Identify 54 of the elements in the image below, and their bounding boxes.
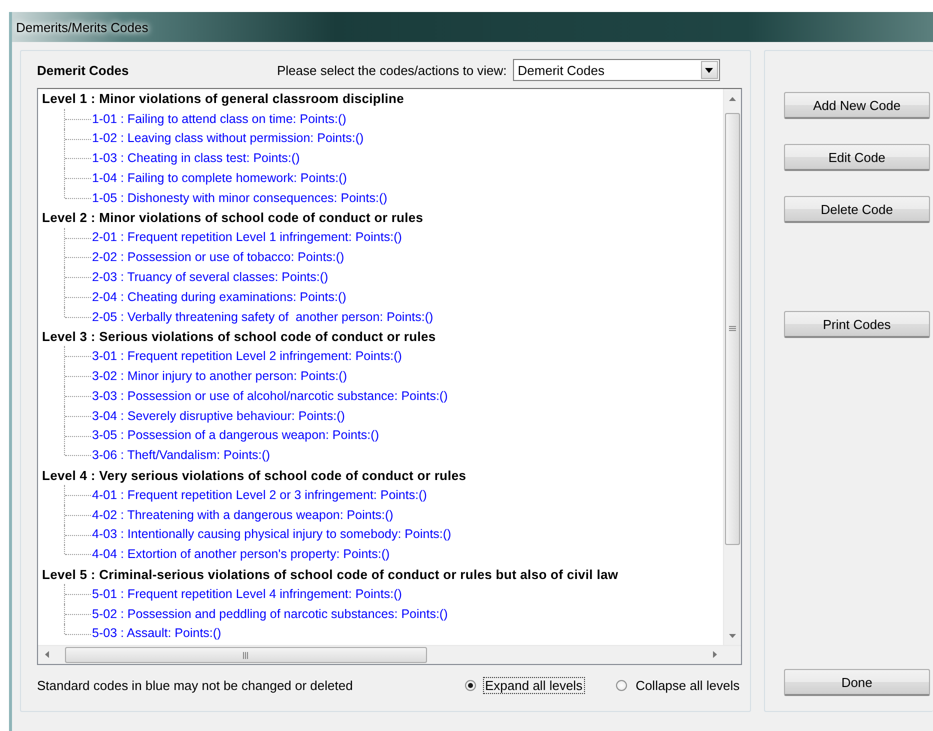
scroll-left-icon[interactable]: [45, 651, 49, 658]
action-button[interactable]: Delete Code: [784, 196, 930, 223]
code-item[interactable]: 3-04 : Severely disruptive behaviour: Points:(): [92, 408, 345, 423]
code-item[interactable]: 5-01 : Frequent repetition Level 4 infringement: Points:(): [92, 586, 402, 601]
code-item[interactable]: 4-04 : Extortion of another person's property: Points:(): [92, 547, 390, 562]
code-item[interactable]: 2-03 : Truancy of several classes: Points:(): [92, 270, 328, 284]
code-item[interactable]: 2-05 : Verbally threatening safety of another person: Points:(): [92, 310, 434, 324]
scroll-right-icon[interactable]: [713, 651, 717, 658]
level-heading[interactable]: Level 5 : Criminal-serious violations of school code of conduct or rules but also of civil law: [42, 566, 618, 582]
code-item[interactable]: 3-01 : Frequent repetition Level 2 infringement: Points:(): [92, 349, 402, 364]
radio-button[interactable]: [616, 680, 627, 690]
radio-label[interactable]: Collapse all levels: [634, 678, 741, 692]
code-item[interactable]: 1-01 : Failing to attend class on time: Points:(): [92, 112, 346, 126]
level-heading[interactable]: Level 3 : Serious violations of school code of conduct or rules: [42, 328, 436, 344]
code-item[interactable]: 4-01 : Frequent repetition Level 2 or 3 infringement: Points:(): [92, 488, 427, 502]
code-item[interactable]: 2-04 : Cheating during examinations: Points:(): [92, 290, 346, 304]
code-item[interactable]: 3-02 : Minor injury to another person: Points:(): [92, 369, 347, 384]
view-prompt: Please select the codes/actions to view:: [277, 62, 507, 78]
vertical-scrollbar[interactable]: [723, 89, 741, 646]
horizontal-scrollbar[interactable]: [38, 645, 741, 664]
radio-label[interactable]: Expand all levels: [484, 678, 584, 692]
info-note: Standard codes in blue may not be changed or deleted: [37, 678, 354, 692]
action-button[interactable]: Done: [784, 669, 930, 696]
window-title: Demerits/Merits Codes: [16, 20, 148, 34]
code-item[interactable]: 3-06 : Theft/Vandalism: Points:(): [92, 448, 270, 462]
code-item[interactable]: 4-03 : Intentionally causing physical injury to somebody: Points:(): [92, 527, 452, 542]
view-dropdown[interactable]: Demerit Codes: [512, 59, 720, 81]
scroll-up-icon[interactable]: [729, 97, 736, 101]
code-tree[interactable]: [37, 88, 742, 665]
section-title: Demerit Codes: [37, 62, 130, 78]
scroll-down-icon[interactable]: [729, 634, 736, 638]
grip-icon: [729, 326, 736, 332]
radio-button[interactable]: [465, 680, 476, 690]
level-heading[interactable]: Level 2 : Minor violations of school code of conduct or rules: [42, 210, 424, 226]
level-heading[interactable]: Level 4 : Very serious violations of school code of conduct or rules: [42, 468, 466, 483]
grip-icon: [243, 652, 249, 658]
code-item[interactable]: 3-05 : Possession of a dangerous weapon: Points:(): [92, 428, 379, 442]
action-button[interactable]: Print Codes: [784, 311, 930, 338]
code-item[interactable]: 2-02 : Possession or use of tobacco: Points:(): [92, 250, 344, 264]
code-item[interactable]: 1-02 : Leaving class without permission: Points:(): [92, 131, 364, 146]
code-item[interactable]: 1-05 : Dishonesty with minor consequences: Points:(): [92, 190, 388, 205]
scroll-thumb[interactable]: [725, 113, 740, 545]
action-button[interactable]: Add New Code: [784, 92, 930, 119]
level-heading[interactable]: Level 1 : Minor violations of general classroom discipline: [42, 91, 404, 106]
code-item[interactable]: 3-03 : Possession or use of alcohol/narcotic substance: Points:(): [92, 388, 448, 403]
code-item[interactable]: 5-02 : Possession and peddling of narcotic substances: Points:(): [92, 606, 448, 621]
code-item[interactable]: 1-04 : Failing to complete homework: Points:(): [92, 171, 347, 186]
code-item[interactable]: 5-03 : Assault: Points:(): [92, 626, 222, 640]
code-item[interactable]: 4-02 : Threatening with a dangerous weapon: Points:(): [92, 508, 394, 522]
caret-icon: [705, 68, 714, 72]
action-button[interactable]: Edit Code: [784, 144, 930, 171]
scroll-thumb[interactable]: [65, 647, 427, 663]
code-item[interactable]: 2-01 : Frequent repetition Level 1 infringement: Points:(): [92, 230, 402, 244]
code-item[interactable]: 1-03 : Cheating in class test: Points:(): [92, 151, 300, 166]
